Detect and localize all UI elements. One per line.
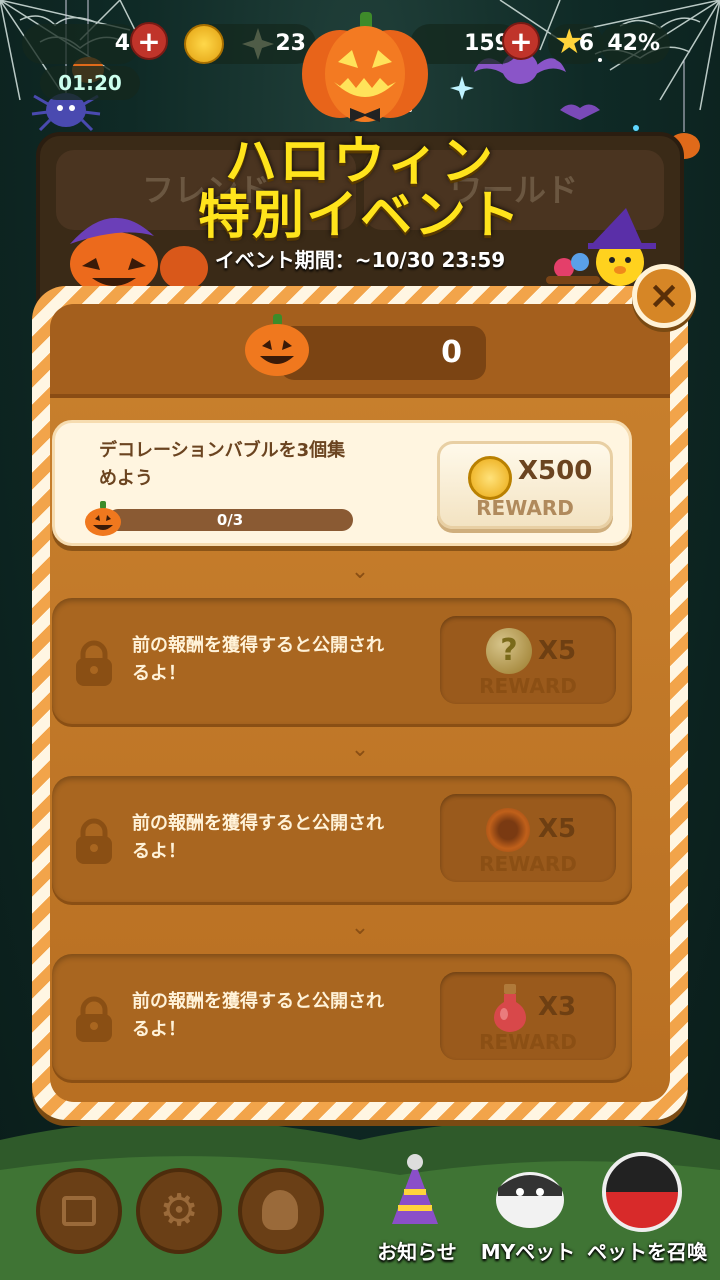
mystery-bubble-icon: ? (486, 628, 532, 674)
reward-quantity: X500 (518, 456, 593, 486)
pet-ninja-icon (496, 1172, 564, 1228)
add-gems-button[interactable]: + (502, 22, 540, 60)
locked-mission-text: 前の報酬を獲得すると公開されるよ！ (132, 635, 384, 684)
summon-capsule-icon (602, 1152, 682, 1232)
notice-label[interactable]: お知らせ (362, 1236, 472, 1265)
locked-mission-text: 前の報酬を獲得すると公開されるよ！ (132, 813, 384, 862)
mission-card-3: 前の報酬を獲得すると公開されるよ！ X5 REWARD (52, 776, 632, 902)
coin-icon (184, 24, 224, 64)
party-hat-icon (392, 1154, 438, 1224)
chevron-down-icon: ⌄ (350, 559, 370, 584)
gift-button[interactable] (36, 1168, 122, 1254)
chevron-down-icon: ⌄ (350, 737, 370, 762)
lives-counter: 4 (22, 24, 140, 64)
mission-progress-bar: 0/3 (107, 509, 353, 531)
reward-label: REWARD (479, 674, 577, 698)
pumpkin-icon (85, 501, 121, 536)
mission-text: デコレーションバブルを3個集めよう (99, 440, 346, 489)
reward-button-3[interactable]: X5 REWARD (440, 794, 616, 882)
mission-card-4: 前の報酬を獲得すると公開されるよ！ X3 REWARD (52, 954, 632, 1080)
progress-percent: 42% (600, 24, 670, 64)
reward-label: REWARD (479, 852, 577, 876)
reward-quantity: X5 (538, 636, 577, 666)
summon-pet-label[interactable]: ペットを召喚 (582, 1236, 712, 1265)
witch-pumpkin-decoration (70, 217, 208, 296)
add-friend-button[interactable] (238, 1168, 324, 1254)
percent-value: 42% (607, 31, 660, 56)
event-title-line1: ハロウィン (224, 132, 495, 192)
jack-o-lantern-icon (302, 12, 428, 122)
gear-icon: ⚙ (159, 1185, 199, 1236)
lives-timer: 01:20 (40, 66, 140, 100)
locked-mission-text: 前の報酬を獲得すると公開されるよ！ (132, 991, 384, 1040)
reward-button-1[interactable]: X500 REWARD (437, 441, 613, 529)
lock-icon (76, 640, 112, 686)
gift-icon (62, 1196, 96, 1226)
coin-icon (468, 456, 512, 500)
settings-button[interactable]: ⚙ (136, 1168, 222, 1254)
reward-label: REWARD (476, 496, 574, 520)
my-pet-label[interactable]: MYペット (478, 1236, 578, 1265)
lives-value: 4 (114, 31, 130, 56)
potion-icon (494, 984, 526, 1032)
chevron-down-icon: ⌄ (350, 915, 370, 940)
add-friend-icon (262, 1190, 298, 1230)
reward-label: REWARD (479, 1030, 577, 1054)
reward-quantity: X5 (538, 814, 577, 844)
lock-icon (76, 996, 112, 1042)
star-icon: ★ (554, 22, 585, 62)
mission-progress-text: 0/3 (216, 511, 244, 529)
mission-card-1: デコレーションバブルを3個集めよう 0/3 X500 REWARD (52, 420, 632, 546)
fire-bubble-icon (486, 808, 530, 852)
mission-card-2: 前の報酬を獲得すると公開されるよ！ ? X5 REWARD (52, 598, 632, 724)
reward-button-4[interactable]: X3 REWARD (440, 972, 616, 1060)
pumpkin-icon (245, 314, 309, 376)
reward-quantity: X3 (538, 992, 577, 1022)
reward-button-2[interactable]: ? X5 REWARD (440, 616, 616, 704)
close-button[interactable]: × (632, 264, 696, 328)
modal-header: 0 (50, 304, 670, 398)
add-lives-button[interactable]: + (130, 22, 168, 60)
lock-icon (76, 818, 112, 864)
close-icon: × (648, 273, 680, 317)
